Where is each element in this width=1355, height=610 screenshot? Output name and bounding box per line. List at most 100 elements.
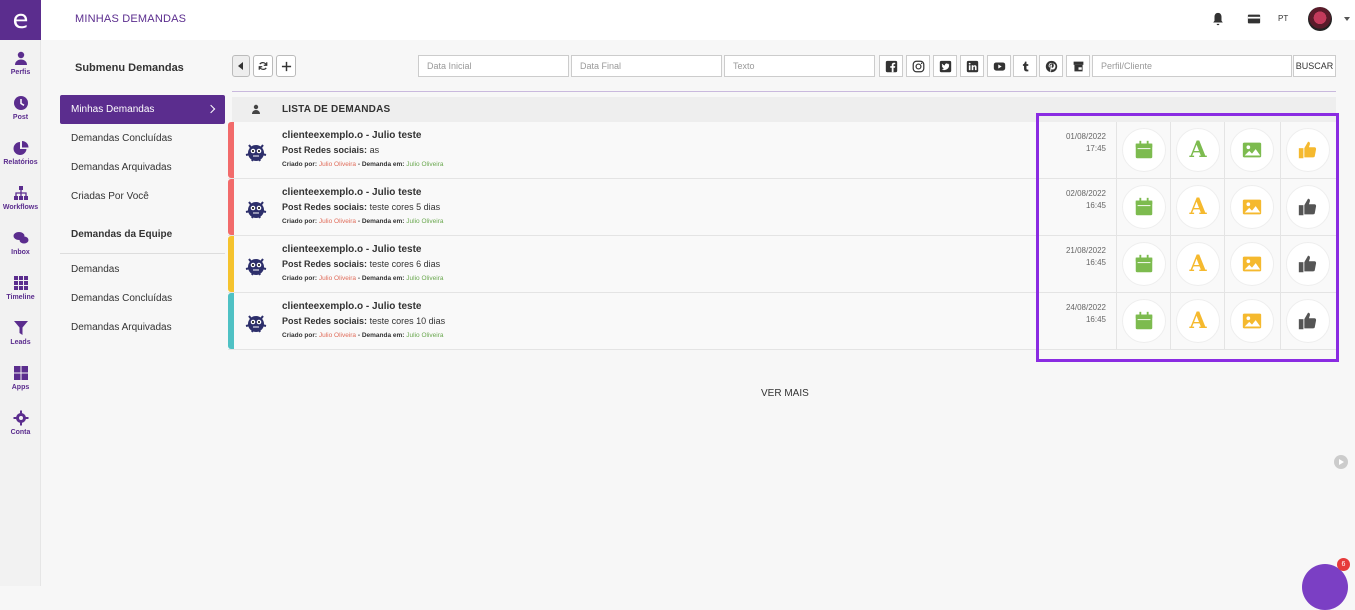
demand-label: - Demanda em: xyxy=(357,218,405,225)
chevron-down-icon[interactable] xyxy=(1344,17,1350,21)
created-by: Criado por: Julio Oliveira - Demanda em:… xyxy=(282,218,444,225)
client-avatar-icon xyxy=(245,144,267,162)
grid-icon xyxy=(13,275,28,290)
page-title: MINHAS DEMANDAS xyxy=(75,13,187,25)
post-label: Post Redes sociais: xyxy=(282,259,368,269)
created-by: Criado por: Julio Oliveira - Demanda em:… xyxy=(282,332,444,339)
search-button[interactable]: BUSCAR xyxy=(1293,55,1336,77)
post-label: Post Redes sociais: xyxy=(282,202,368,212)
assignee-name: Julio Oliveira xyxy=(406,218,444,225)
team-item-demandas-arquivadas[interactable]: Demandas Arquivadas xyxy=(60,313,225,342)
client-name[interactable]: clienteexemplo.o - Julio teste xyxy=(282,301,421,312)
rail-item-label: Leads xyxy=(10,338,31,346)
status-color-bar xyxy=(228,179,234,235)
add-button[interactable] xyxy=(276,55,296,77)
rail-item-leads[interactable]: Leads xyxy=(0,310,41,355)
submenu: Minhas Demandas Demandas Concluídas Dema… xyxy=(60,95,225,342)
twitter-icon xyxy=(939,60,951,72)
post-text: teste cores 6 dias xyxy=(369,259,441,269)
created-label: Criado por: xyxy=(282,275,318,282)
rail-item-timeline[interactable]: Timeline xyxy=(0,265,41,310)
tumblr-filter-button[interactable] xyxy=(1013,55,1037,77)
rail-item-perfis[interactable]: Perfis xyxy=(0,40,41,85)
pinterest-icon xyxy=(1045,60,1057,72)
facebook-filter-button[interactable] xyxy=(879,55,903,77)
pinterest-filter-button[interactable] xyxy=(1039,55,1063,77)
rail-item-inbox[interactable]: Inbox xyxy=(0,220,41,265)
rail-item-label: Conta xyxy=(10,428,31,436)
app-logo[interactable]: e xyxy=(0,0,41,40)
client-name[interactable]: clienteexemplo.o - Julio teste xyxy=(282,244,421,255)
creator-name: Julio Oliveira xyxy=(318,332,357,339)
rail-item-conta[interactable]: Conta xyxy=(0,400,41,445)
client-name[interactable]: clienteexemplo.o - Julio teste xyxy=(282,187,421,198)
post-text: as xyxy=(369,145,380,155)
client-avatar-icon xyxy=(245,258,267,276)
apps-icon xyxy=(13,365,28,380)
status-color-bar xyxy=(228,293,234,349)
post-label: Post Redes sociais: xyxy=(282,316,368,326)
text-input[interactable]: Texto xyxy=(724,55,875,77)
team-item-demandas[interactable]: Demandas xyxy=(60,255,225,284)
assignee-name: Julio Oliveira xyxy=(406,275,444,282)
rail-item-apps[interactable]: Apps xyxy=(0,355,41,400)
funnel-icon xyxy=(13,320,28,335)
post-description: Post Redes sociais: as xyxy=(282,145,379,155)
creator-name: Julio Oliveira xyxy=(318,218,357,225)
demand-label: - Demanda em: xyxy=(357,275,405,282)
language-selector[interactable]: PT xyxy=(1278,14,1288,23)
facebook-icon xyxy=(885,60,897,72)
chat-icon xyxy=(13,231,28,243)
submenu-item-demandas-concluidas[interactable]: Demandas Concluídas xyxy=(60,124,225,153)
client-name[interactable]: clienteexemplo.o - Julio teste xyxy=(282,130,421,141)
created-by: Criado por: Julio Oliveira - Demanda em:… xyxy=(282,161,444,168)
clock-icon xyxy=(13,95,28,110)
divider xyxy=(232,91,1336,92)
user-icon xyxy=(252,104,260,114)
submenu-item-minhas-demandas[interactable]: Minhas Demandas xyxy=(60,95,225,124)
refresh-button[interactable] xyxy=(253,55,273,77)
team-section-title: Demandas da Equipe xyxy=(60,216,225,254)
instagram-icon xyxy=(912,60,924,72)
rail-item-label: Post xyxy=(12,113,29,121)
rail-item-workflows[interactable]: Workflows xyxy=(0,175,41,220)
submenu-item-demandas-arquivadas[interactable]: Demandas Arquivadas xyxy=(60,153,225,182)
submenu-item-criadas-por-voce[interactable]: Criadas Por Você xyxy=(60,182,225,211)
profile-client-input[interactable]: Perfil/Cliente xyxy=(1092,55,1292,77)
google-business-filter-button[interactable] xyxy=(1066,55,1090,77)
post-text: teste cores 10 dias xyxy=(369,316,446,326)
credit-card-icon[interactable] xyxy=(1247,12,1261,26)
team-item-demandas-concluidas[interactable]: Demandas Concluídas xyxy=(60,284,225,313)
caret-left-icon xyxy=(238,62,243,70)
plus-icon xyxy=(281,61,291,71)
rail-item-relatrios[interactable]: Relatórios xyxy=(0,130,41,175)
linkedin-filter-button[interactable] xyxy=(960,55,984,77)
rail-item-post[interactable]: Post xyxy=(0,85,41,130)
top-bar: MINHAS DEMANDAS PT xyxy=(41,0,1355,40)
twitter-filter-button[interactable] xyxy=(933,55,957,77)
chat-button[interactable] xyxy=(1302,564,1348,610)
gear-icon xyxy=(13,410,28,425)
sitemap-icon xyxy=(13,185,28,200)
created-by: Criado por: Julio Oliveira - Demanda em:… xyxy=(282,275,444,282)
collapse-button[interactable] xyxy=(232,55,250,77)
status-color-bar xyxy=(228,122,234,178)
left-rail: e Perfis Post Relatórios Workflows Inbox Time… xyxy=(0,0,41,586)
end-date-input[interactable]: Data Final xyxy=(571,55,722,77)
list-title: LISTA DE DEMANDAS xyxy=(282,104,391,115)
user-icon xyxy=(14,51,27,65)
rail-item-label: Perfis xyxy=(10,68,31,76)
side-panel-toggle[interactable] xyxy=(1334,455,1348,469)
instagram-filter-button[interactable] xyxy=(906,55,930,77)
start-date-input[interactable]: Data Inicial xyxy=(418,55,569,77)
demand-label: - Demanda em: xyxy=(357,332,405,339)
bell-icon[interactable] xyxy=(1211,12,1225,26)
avatar[interactable] xyxy=(1308,7,1332,31)
post-description: Post Redes sociais: teste cores 10 dias xyxy=(282,316,445,326)
youtube-filter-button[interactable] xyxy=(987,55,1011,77)
load-more-link[interactable]: VER MAIS xyxy=(761,388,809,399)
submenu-title: Submenu Demandas xyxy=(75,62,184,74)
post-label: Post Redes sociais: xyxy=(282,145,368,155)
youtube-icon xyxy=(993,61,1005,71)
rail-item-label: Apps xyxy=(11,383,30,391)
